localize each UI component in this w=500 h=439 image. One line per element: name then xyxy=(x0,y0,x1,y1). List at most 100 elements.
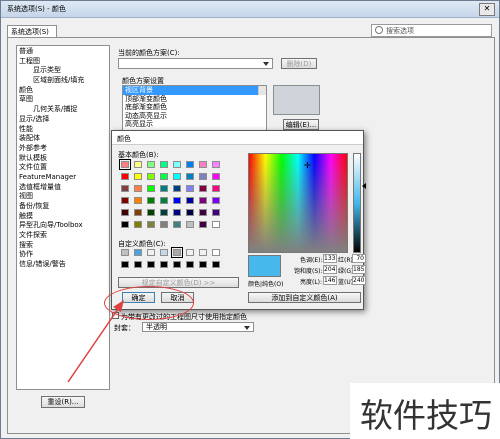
basic-color-swatch[interactable] xyxy=(134,221,142,228)
luminance-slider[interactable] xyxy=(353,153,361,253)
edit-button[interactable]: 编辑(E)... xyxy=(283,119,319,130)
scheme-settings-list[interactable]: 视区背景 顶部渐变颜色 底部渐变颜色 动态高亮显示 高亮显示 xyxy=(122,85,267,131)
basic-color-swatch[interactable] xyxy=(186,161,194,168)
lum-field[interactable]: 146 xyxy=(323,276,337,285)
basic-color-swatch[interactable] xyxy=(121,173,129,180)
tree-item[interactable]: 选值框增量值 xyxy=(17,183,109,193)
tree-item[interactable]: 外部参考 xyxy=(17,144,109,154)
custom-color-swatch[interactable] xyxy=(160,249,168,256)
basic-color-swatch[interactable] xyxy=(134,173,142,180)
basic-color-swatch[interactable] xyxy=(173,209,181,216)
tree-item[interactable]: 文件探索 xyxy=(17,231,109,241)
scheme-list-item[interactable]: 视区背景 xyxy=(123,86,266,95)
basic-color-swatch[interactable] xyxy=(212,161,220,168)
basic-color-swatch[interactable] xyxy=(199,221,207,228)
custom-color-swatch[interactable] xyxy=(199,261,207,268)
add-to-custom-button[interactable]: 添加到自定义颜色(A) xyxy=(248,292,361,303)
tree-item[interactable]: 工程图 xyxy=(17,57,109,67)
basic-color-swatch[interactable] xyxy=(121,185,129,192)
basic-color-swatch[interactable] xyxy=(212,221,220,228)
scheme-list-item[interactable]: 顶部渐变颜色 xyxy=(123,95,266,104)
basic-color-swatch[interactable] xyxy=(212,185,220,192)
tab-system-options[interactable]: 系统选项(S) xyxy=(7,25,57,37)
tree-item[interactable]: 装配体 xyxy=(17,134,109,144)
tree-item[interactable]: 性能 xyxy=(17,125,109,135)
basic-color-swatch[interactable] xyxy=(186,209,194,216)
basic-color-swatch[interactable] xyxy=(119,159,131,170)
custom-color-swatch[interactable] xyxy=(199,249,207,256)
basic-color-swatch[interactable] xyxy=(134,209,142,216)
basic-color-swatch[interactable] xyxy=(121,209,129,216)
delete-button[interactable]: 删除(D) xyxy=(281,58,317,69)
hue-field[interactable]: 133 xyxy=(323,254,337,263)
custom-color-swatch[interactable] xyxy=(173,261,181,268)
basic-color-swatch[interactable] xyxy=(134,185,142,192)
basic-color-swatch[interactable] xyxy=(212,197,220,204)
custom-color-swatch[interactable] xyxy=(121,261,129,268)
tree-item[interactable]: 搜索 xyxy=(17,241,109,251)
tree-item[interactable]: 备份/恢复 xyxy=(17,202,109,212)
custom-color-swatch[interactable] xyxy=(121,249,129,256)
tree-item[interactable]: 显示类型 xyxy=(17,66,109,76)
basic-color-swatch[interactable] xyxy=(173,161,181,168)
scheme-list-item[interactable]: 动态高亮显示 xyxy=(123,112,266,121)
custom-color-swatch[interactable] xyxy=(186,249,194,256)
basic-color-swatch[interactable] xyxy=(134,197,142,204)
scheme-list-item[interactable]: 底部渐变颜色 xyxy=(123,103,266,112)
basic-color-swatch[interactable] xyxy=(173,221,181,228)
basic-color-swatch[interactable] xyxy=(147,173,155,180)
basic-color-swatch[interactable] xyxy=(173,173,181,180)
basic-color-swatch[interactable] xyxy=(160,209,168,216)
basic-color-swatch[interactable] xyxy=(160,221,168,228)
envelope-select[interactable]: 半透明 xyxy=(142,322,254,332)
sat-field[interactable]: 204 xyxy=(323,265,337,274)
basic-color-swatch[interactable] xyxy=(147,197,155,204)
luminance-arrow-icon[interactable] xyxy=(362,183,366,189)
basic-color-swatch[interactable] xyxy=(134,161,142,168)
options-tree[interactable]: 普通 工程图 显示类型 区域剖面线/填充 颜色 草图 几何关系/捕捉 显示/选择 性能 装配体 外部… xyxy=(16,45,110,390)
close-button[interactable]: ✕ xyxy=(479,3,495,16)
tree-item[interactable]: 异型孔向导/Toolbox xyxy=(17,221,109,231)
custom-color-swatch[interactable] xyxy=(147,261,155,268)
basic-color-swatch[interactable] xyxy=(199,161,207,168)
basic-color-swatch[interactable] xyxy=(147,185,155,192)
basic-color-swatch[interactable] xyxy=(173,185,181,192)
basic-color-swatch[interactable] xyxy=(212,209,220,216)
custom-color-swatch[interactable] xyxy=(186,261,194,268)
tree-item[interactable]: 默认模板 xyxy=(17,154,109,164)
basic-color-swatch[interactable] xyxy=(212,173,220,180)
tree-item[interactable]: 显示/选择 xyxy=(17,115,109,125)
custom-color-swatch[interactable] xyxy=(212,249,220,256)
tree-item[interactable]: 区域剖面线/填充 xyxy=(17,76,109,86)
basic-color-swatch[interactable] xyxy=(160,173,168,180)
scrollbar[interactable] xyxy=(258,86,266,95)
basic-color-swatch[interactable] xyxy=(199,209,207,216)
search-input[interactable]: 搜索选项 xyxy=(371,24,492,37)
tree-item[interactable]: FeatureManager xyxy=(17,173,109,183)
basic-color-swatch[interactable] xyxy=(147,221,155,228)
basic-color-swatch[interactable] xyxy=(121,221,129,228)
basic-color-swatch[interactable] xyxy=(173,197,181,204)
custom-color-swatch[interactable] xyxy=(134,261,142,268)
basic-color-swatch[interactable] xyxy=(160,197,168,204)
tree-item[interactable]: 协作 xyxy=(17,250,109,260)
basic-color-swatch[interactable] xyxy=(186,197,194,204)
color-spectrum[interactable] xyxy=(248,153,348,253)
basic-color-swatch[interactable] xyxy=(199,173,207,180)
basic-color-swatch[interactable] xyxy=(160,185,168,192)
custom-color-swatch[interactable] xyxy=(147,249,155,256)
tree-item[interactable]: 颜色 xyxy=(17,86,109,96)
custom-color-swatch[interactable] xyxy=(134,249,142,256)
basic-color-swatch[interactable] xyxy=(160,161,168,168)
tree-item[interactable]: 文件位置 xyxy=(17,163,109,173)
tree-item[interactable]: 触摸 xyxy=(17,212,109,222)
basic-color-swatch[interactable] xyxy=(186,185,194,192)
blue-field[interactable]: 240 xyxy=(352,276,366,285)
tree-item[interactable]: 信息/错误/警告 xyxy=(17,260,109,270)
basic-color-swatch[interactable] xyxy=(199,185,207,192)
custom-color-swatch[interactable] xyxy=(171,247,183,258)
basic-color-swatch[interactable] xyxy=(199,197,207,204)
custom-color-swatch[interactable] xyxy=(212,261,220,268)
basic-color-swatch[interactable] xyxy=(147,209,155,216)
custom-color-swatch[interactable] xyxy=(160,261,168,268)
